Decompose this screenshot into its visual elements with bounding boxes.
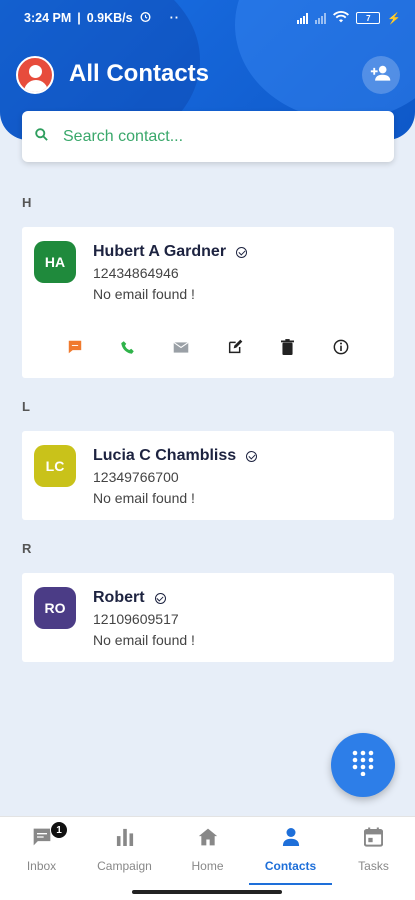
person-icon <box>282 827 300 850</box>
nav-label: Home <box>191 859 224 873</box>
nav-label: Contacts <box>264 859 317 873</box>
status-time: 3:24 PM <box>24 11 72 25</box>
status-bar: 3:24 PM | 0.9KB/s ·· 7 ⚡ <box>24 10 401 26</box>
add-contact-button[interactable] <box>362 56 400 94</box>
signal-icon <box>315 12 327 24</box>
verified-icon <box>246 450 258 462</box>
nav-label: Campaign <box>97 859 152 873</box>
contact-avatar: HA <box>34 241 76 283</box>
contact-email: No email found ! <box>93 490 195 506</box>
contact-phone: 12109609517 <box>93 611 179 627</box>
bottom-navigation: 1 Inbox Campaign Home Contacts Tasks <box>0 816 415 900</box>
delete-icon[interactable] <box>278 337 298 357</box>
page-title: All Contacts <box>69 60 210 87</box>
alarm-icon <box>139 10 152 26</box>
calendar-icon <box>363 827 384 850</box>
edit-icon[interactable] <box>225 337 245 357</box>
dialpad-button[interactable] <box>331 733 395 797</box>
contact-phone: 12434864946 <box>93 265 179 281</box>
battery-icon: 7 <box>356 12 381 24</box>
nav-contacts[interactable]: Contacts <box>249 817 332 900</box>
more-notifications-icon: ·· <box>169 11 180 25</box>
contact-email: No email found ! <box>93 286 195 302</box>
contact-name: Hubert A Gardner <box>93 243 227 260</box>
contact-name: Lucia C Chambliss <box>93 447 237 464</box>
sms-icon[interactable] <box>65 337 85 357</box>
user-avatar[interactable] <box>16 56 54 94</box>
mail-icon[interactable] <box>171 337 191 357</box>
section-header-l: L <box>22 399 30 414</box>
search-bar[interactable] <box>22 111 394 162</box>
charging-icon: ⚡ <box>387 12 401 25</box>
nav-home[interactable]: Home <box>166 817 249 900</box>
contact-card[interactable]: LC Lucia C Chambliss 12349766700 No emai… <box>22 431 394 520</box>
signal-icon <box>297 12 309 24</box>
contact-avatar: RO <box>34 587 76 629</box>
bar-chart-icon <box>116 827 134 850</box>
section-header-r: R <box>22 541 32 556</box>
contact-name: Robert <box>93 589 145 606</box>
phone-icon[interactable] <box>118 337 138 357</box>
contact-card[interactable]: HA Hubert A Gardner 12434864946 No email… <box>22 227 394 378</box>
verified-icon <box>154 592 166 604</box>
nav-label: Inbox <box>26 859 57 873</box>
status-speed: 0.9KB/s <box>86 11 133 25</box>
home-icon <box>198 827 218 850</box>
nav-inbox[interactable]: 1 Inbox <box>0 817 83 900</box>
info-icon[interactable] <box>331 337 351 357</box>
inbox-badge: 1 <box>50 821 68 839</box>
contact-card[interactable]: RO Robert 12109609517 No email found ! <box>22 573 394 662</box>
contact-avatar: LC <box>34 445 76 487</box>
contact-actions <box>22 337 394 357</box>
verified-icon <box>236 246 248 258</box>
contact-email: No email found ! <box>93 632 195 648</box>
nav-tasks[interactable]: Tasks <box>332 817 415 900</box>
search-input[interactable] <box>63 127 363 146</box>
nav-label: Tasks <box>358 859 389 873</box>
chat-icon <box>32 827 52 850</box>
nav-campaign[interactable]: Campaign <box>83 817 166 900</box>
wifi-icon <box>333 10 350 26</box>
search-icon <box>34 127 49 147</box>
section-header-h: H <box>22 195 32 210</box>
add-person-icon <box>370 64 392 87</box>
contact-phone: 12349766700 <box>93 469 179 485</box>
dialpad-icon <box>352 750 374 781</box>
home-indicator[interactable] <box>132 890 282 894</box>
